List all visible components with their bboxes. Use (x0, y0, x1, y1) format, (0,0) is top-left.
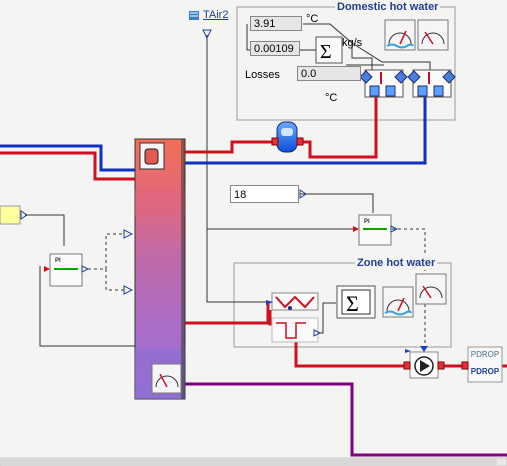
pi-left-label: PI (55, 258, 61, 264)
pi-controller-right[interactable] (353, 214, 399, 246)
storage-tank[interactable] (134, 138, 186, 400)
dhw-flow-unit: kg/s (342, 37, 363, 49)
supply-pipe-dhw-loop (296, 96, 378, 159)
zone-gauge-right-icon[interactable] (415, 273, 447, 305)
zone-gauge-left-icon[interactable] (382, 286, 414, 318)
zone-sum-block[interactable]: Σ (336, 285, 376, 319)
signal-line-setpoint (300, 193, 374, 213)
tair2-sensor-icon[interactable] (189, 11, 199, 20)
setpoint-field[interactable]: 18 (230, 185, 299, 203)
svg-text:Σ: Σ (346, 291, 359, 316)
scrollbar-thumb[interactable] (0, 459, 497, 465)
pi-controller-left[interactable] (44, 253, 90, 287)
left-input-block[interactable] (0, 205, 28, 225)
supply-pipe-zone (184, 302, 270, 325)
dhw-pump[interactable] (271, 121, 304, 153)
dhw-title: Domestic hot water (335, 0, 441, 14)
dhw-temperature-unit: °C (306, 13, 319, 25)
supply-pipe-left (0, 151, 137, 181)
zone-radiator[interactable] (266, 292, 319, 311)
signal-line-flow-sum (316, 302, 336, 334)
valve-signal-arrow-top (123, 229, 134, 239)
dhw-flow-field[interactable]: 0.00109 (250, 41, 300, 56)
signal-line-left-pi-input (25, 214, 65, 246)
dashed-line-pi-to-valves (88, 233, 124, 291)
dhw-gauge-left-icon[interactable] (384, 19, 416, 51)
dhw-losses-label: Losses (245, 69, 280, 81)
zone-title: Zone hot water (355, 256, 438, 270)
dhw-sum-block[interactable]: Σ (315, 36, 343, 64)
supply-pipe-to-dhw (184, 140, 276, 154)
pi-right-label: PI (364, 219, 370, 225)
dhw-exchanger-right[interactable] (407, 69, 456, 98)
pdrop-label-top: PDROP (470, 350, 500, 359)
purple-pipe-bottom (184, 382, 507, 457)
tair2-label[interactable]: TAir2 (203, 9, 228, 21)
signal-line-tair-branch (206, 229, 270, 303)
dhw-gauge-right-icon[interactable] (417, 19, 449, 51)
zone-valve[interactable] (271, 317, 322, 343)
pdrop-label-bottom: PDROP (470, 367, 500, 376)
dhw-temperature-field[interactable]: 3.91 (250, 16, 302, 31)
dhw-exchanger-left[interactable] (359, 69, 408, 98)
svg-text:Σ: Σ (320, 41, 332, 63)
zone-pump[interactable] (403, 346, 445, 379)
valve-signal-arrow-bottom (123, 285, 134, 295)
dhw-losses-field[interactable]: 0.0 (297, 66, 361, 81)
return-pipe-left (0, 144, 137, 172)
dhw-losses-unit: °C (325, 92, 338, 104)
